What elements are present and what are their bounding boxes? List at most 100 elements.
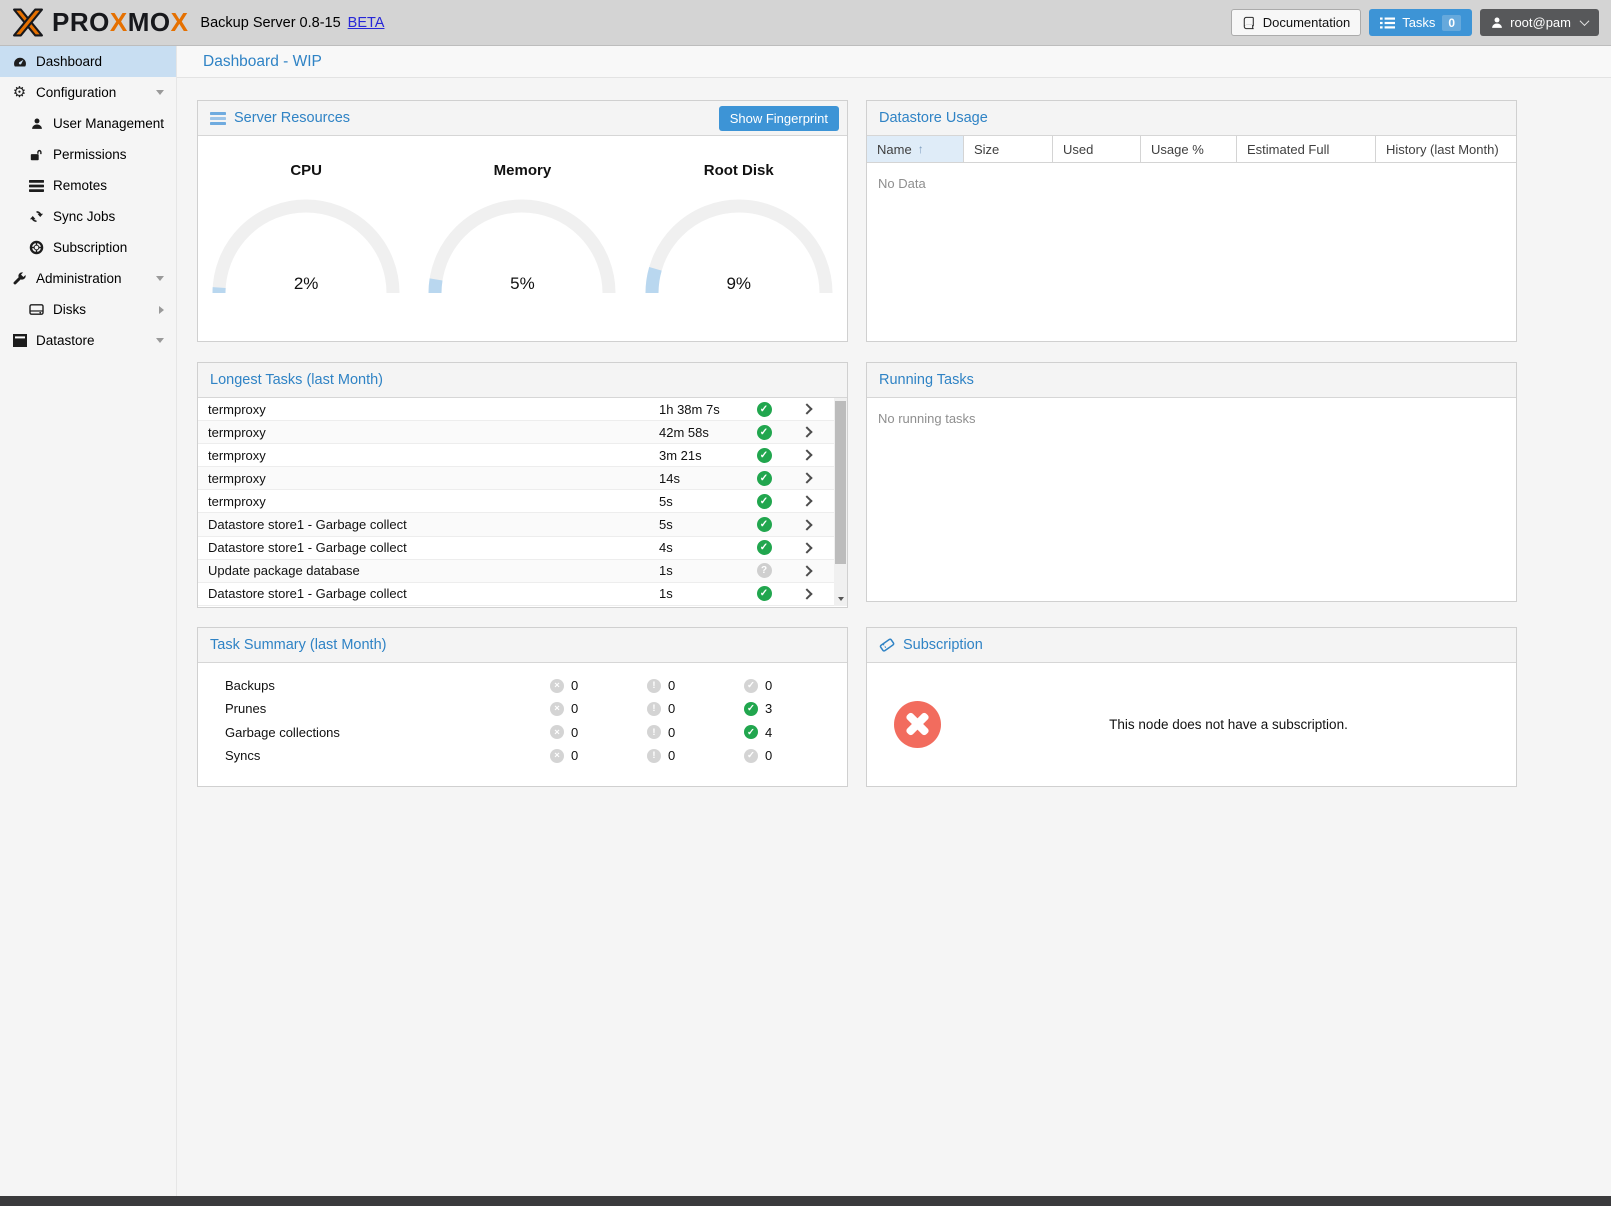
proxmox-x-icon xyxy=(10,7,46,38)
chevron-right-icon xyxy=(159,306,164,314)
logo-text: PROXMOX xyxy=(52,7,188,38)
warning-count-icon: ! xyxy=(647,679,661,693)
ok-count-icon: ✓ xyxy=(744,725,758,739)
task-row[interactable]: termproxy42m 58s✓ xyxy=(198,421,834,444)
chevron-right-icon[interactable] xyxy=(801,542,812,553)
chevron-down-icon xyxy=(156,338,164,343)
gauge-memory: Memory 5% xyxy=(414,162,630,296)
ok-count-icon: ✓ xyxy=(744,679,758,693)
datastore-usage-title: Datastore Usage xyxy=(879,110,988,126)
chevron-down-icon xyxy=(156,90,164,95)
column-header-name[interactable]: Name↑ xyxy=(867,136,964,162)
no-subscription-icon xyxy=(894,701,941,748)
gauge-value: 2% xyxy=(211,274,401,294)
documentation-button[interactable]: Documentation xyxy=(1231,9,1361,36)
longest-tasks-title: Longest Tasks (last Month) xyxy=(210,372,383,388)
sidebar-item-user-management[interactable]: User Management xyxy=(0,108,176,139)
chevron-right-icon[interactable] xyxy=(801,588,812,599)
ok-status-icon: ✓ xyxy=(757,402,772,417)
sidebar-item-label: Sync Jobs xyxy=(53,209,115,224)
task-row[interactable]: Update package database1s? xyxy=(198,560,834,583)
datastore-table-header: Name↑SizeUsedUsage %Estimated FullHistor… xyxy=(867,136,1516,163)
scrollbar[interactable] xyxy=(834,398,847,606)
chevron-right-icon[interactable] xyxy=(801,403,812,414)
sidebar-item-subscription[interactable]: Subscription xyxy=(0,232,176,263)
sidebar-item-label: Disks xyxy=(53,302,86,317)
server-resources-panel: Server Resources Show Fingerprint CPU2%M… xyxy=(197,100,848,342)
task-row[interactable]: termproxy5s✓ xyxy=(198,490,834,513)
show-fingerprint-button[interactable]: Show Fingerprint xyxy=(719,106,839,131)
task-row[interactable]: termproxy1h 38m 7s✓ xyxy=(198,398,834,421)
task-row[interactable]: Datastore store1 - Garbage collect5s✓ xyxy=(198,513,834,536)
column-header-usage-[interactable]: Usage % xyxy=(1141,136,1237,162)
datastore-icon xyxy=(10,334,29,347)
unknown-status-icon: ? xyxy=(757,563,772,578)
bottom-bar xyxy=(0,1196,1611,1206)
sidebar-item-datastore[interactable]: Datastore xyxy=(0,325,176,356)
disk-icon xyxy=(27,303,46,316)
gauge-root-disk: Root Disk9% xyxy=(631,162,847,296)
sidebar-item-disks[interactable]: Disks xyxy=(0,294,176,325)
warning-count-icon: ! xyxy=(647,725,661,739)
sidebar-item-remotes[interactable]: Remotes xyxy=(0,170,176,201)
chevron-right-icon[interactable] xyxy=(801,519,812,530)
sidebar-item-dashboard[interactable]: Dashboard xyxy=(0,46,176,77)
chevron-right-icon[interactable] xyxy=(801,473,812,484)
triangle-down-icon xyxy=(838,597,844,601)
sidebar-item-sync-jobs[interactable]: Sync Jobs xyxy=(0,201,176,232)
server-resources-title: Server Resources xyxy=(234,110,350,126)
task-summary-title: Task Summary (last Month) xyxy=(210,637,386,653)
task-row[interactable]: Datastore store1 - Garbage collect4s✓ xyxy=(198,537,834,560)
tasks-button[interactable]: Tasks 0 xyxy=(1369,9,1472,36)
summary-label: Garbage collections xyxy=(198,725,550,740)
task-row[interactable]: Datastore store1 - Garbage collect1s✓ xyxy=(198,583,834,606)
ok-status-icon: ✓ xyxy=(757,540,772,555)
gauge-label: Memory xyxy=(494,162,552,179)
task-duration: 14s xyxy=(659,471,749,486)
task-list-icon xyxy=(1380,17,1395,29)
user-icon xyxy=(27,117,46,130)
warning-count-icon: ! xyxy=(647,702,661,716)
sidebar-item-permissions[interactable]: Permissions xyxy=(0,139,176,170)
sidebar-item-label: User Management xyxy=(53,116,164,131)
ok-count: 0 xyxy=(765,748,772,763)
column-header-estimated-full[interactable]: Estimated Full xyxy=(1237,136,1376,162)
task-name: Datastore store1 - Garbage collect xyxy=(198,517,659,532)
sidebar-item-label: Subscription xyxy=(53,240,127,255)
task-duration: 5s xyxy=(659,494,749,509)
task-duration: 4s xyxy=(659,540,749,555)
warning-count: 0 xyxy=(668,725,675,740)
task-row[interactable]: termproxy3m 21s✓ xyxy=(198,444,834,467)
chevron-right-icon[interactable] xyxy=(801,565,812,576)
subscription-title: Subscription xyxy=(903,637,983,653)
column-header-history-last-month-[interactable]: History (last Month) xyxy=(1376,136,1516,162)
user-menu-button[interactable]: root@pam xyxy=(1480,9,1599,36)
support-icon xyxy=(27,240,46,255)
task-summary-panel: Task Summary (last Month) Backups×0!0✓0P… xyxy=(197,627,848,787)
ok-status-icon: ✓ xyxy=(757,425,772,440)
beta-link[interactable]: BETA xyxy=(348,15,385,31)
chevron-down-icon xyxy=(156,276,164,281)
chevron-right-icon[interactable] xyxy=(801,450,812,461)
error-count: 0 xyxy=(571,725,578,740)
scroll-down-button[interactable] xyxy=(834,592,847,605)
ok-count: 0 xyxy=(765,678,772,693)
task-row[interactable]: termproxy14s✓ xyxy=(198,467,834,490)
product-version: Backup Server 0.8-15 xyxy=(200,15,340,31)
sidebar-item-configuration[interactable]: ⚙Configuration xyxy=(0,77,176,108)
sidebar-item-label: Permissions xyxy=(53,147,127,162)
sidebar-item-administration[interactable]: Administration xyxy=(0,263,176,294)
summary-label: Syncs xyxy=(198,748,550,763)
chevron-right-icon[interactable] xyxy=(801,426,812,437)
column-header-size[interactable]: Size xyxy=(964,136,1053,162)
scrollbar-thumb[interactable] xyxy=(835,401,846,564)
column-header-used[interactable]: Used xyxy=(1053,136,1141,162)
proxmox-logo: PROXMOX xyxy=(10,7,188,38)
chevron-right-icon[interactable] xyxy=(801,496,812,507)
top-header-bar: PROXMOX Backup Server 0.8-15 BETA Docume… xyxy=(0,0,1611,46)
gears-icon: ⚙ xyxy=(10,85,29,100)
subscription-message: This node does not have a subscription. xyxy=(941,717,1516,732)
tasks-count-badge: 0 xyxy=(1442,15,1461,31)
task-duration: 5s xyxy=(659,517,749,532)
gauge-value: 5% xyxy=(427,274,617,294)
